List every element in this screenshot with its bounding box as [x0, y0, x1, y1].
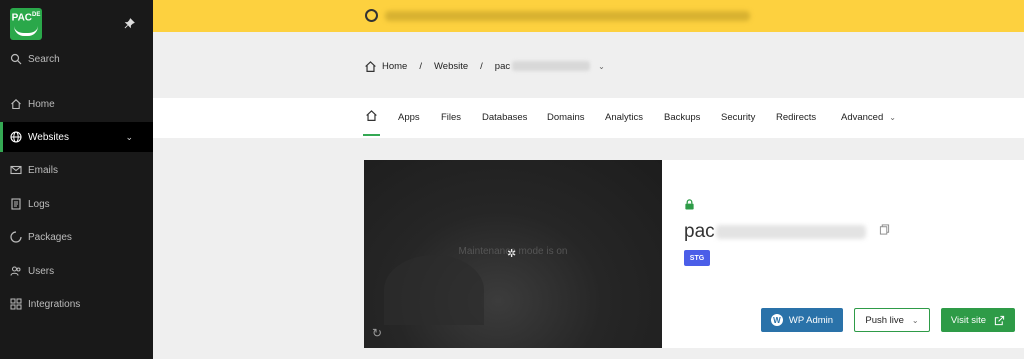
tab-domains[interactable]: Domains [547, 112, 585, 123]
notice-banner [153, 0, 1024, 32]
integrations-icon [10, 298, 22, 310]
logo[interactable]: PACDE [10, 8, 42, 40]
tab-files[interactable]: Files [441, 112, 461, 123]
sidebar-item-websites[interactable]: Websites ⌄ [0, 122, 153, 152]
wp-admin-button[interactable]: W WP Admin [761, 308, 843, 332]
tab-advanced-label: Advanced [841, 112, 884, 123]
site-preview[interactable]: Maintenance mode is on ✲ ↻ [364, 160, 662, 348]
sidebar-search[interactable]: Search [0, 44, 153, 74]
sidebar-item-home[interactable]: Home [0, 89, 153, 119]
breadcrumb: Home / Website / pac ⌄ [364, 58, 605, 74]
pin-icon[interactable] [124, 18, 135, 32]
mail-icon [10, 164, 22, 176]
sidebar-item-label: Emails [28, 164, 59, 176]
visit-site-label: Visit site [950, 314, 987, 326]
site-name-redacted [715, 225, 866, 239]
copy-icon[interactable] [879, 224, 890, 235]
sidebar-item-integrations[interactable]: Integrations [0, 289, 153, 319]
sidebar-item-label: Users [28, 265, 55, 277]
package-icon [10, 231, 22, 243]
sidebar-item-users[interactable]: Users [0, 256, 153, 286]
breadcrumb-separator: / [419, 60, 422, 72]
breadcrumb-website[interactable]: Website [434, 61, 468, 72]
tab-analytics[interactable]: Analytics [605, 112, 643, 123]
sidebar: PACDE Search Home Websites ⌄ Emails Logs [0, 0, 153, 359]
wordpress-icon: W [770, 314, 783, 326]
refresh-icon[interactable]: ↻ [372, 326, 382, 340]
logo-sup: DE [32, 12, 41, 18]
notice-text-redacted [385, 11, 750, 21]
site-name-prefix: pac [684, 221, 715, 242]
sidebar-item-label: Packages [28, 231, 72, 243]
sidebar-item-label: Logs [28, 198, 50, 210]
site-name: pac [684, 221, 866, 243]
sidebar-item-packages[interactable]: Packages [0, 222, 153, 252]
tab-home[interactable] [363, 109, 380, 136]
logs-icon [10, 198, 22, 210]
visit-site-button[interactable]: Visit site [941, 308, 1015, 332]
tab-redirects[interactable]: Redirects [776, 112, 816, 123]
tab-security[interactable]: Security [721, 112, 755, 123]
logo-smile [14, 26, 38, 36]
home-icon[interactable] [364, 60, 377, 73]
globe-icon [10, 131, 22, 143]
sidebar-search-label: Search [28, 53, 60, 65]
breadcrumb-separator: / [480, 60, 483, 72]
users-icon [10, 265, 22, 277]
tab-apps[interactable]: Apps [398, 112, 420, 123]
site-tabs: Apps Files Databases Domains Analytics B… [153, 98, 1024, 138]
tab-databases[interactable]: Databases [482, 112, 527, 123]
lock-icon [685, 199, 694, 210]
external-link-icon [994, 315, 1005, 325]
sidebar-item-emails[interactable]: Emails [0, 155, 153, 185]
breadcrumb-site-redacted [512, 61, 591, 71]
chevron-down-icon: ⌄ [889, 113, 896, 122]
sidebar-item-label: Websites [28, 131, 69, 143]
env-badge: STG [684, 250, 710, 266]
chevron-down-icon[interactable]: ⌄ [598, 62, 605, 71]
home-icon [366, 110, 377, 121]
notice-icon [365, 9, 378, 22]
sidebar-item-label: Home [28, 98, 55, 110]
site-card: Maintenance mode is on ✲ ↻ pac STG W WP … [364, 160, 1024, 348]
chevron-down-icon[interactable]: ⌄ [125, 132, 133, 143]
logo-text: PAC [11, 12, 33, 24]
breadcrumb-site[interactable]: pac [495, 61, 510, 72]
sidebar-item-logs[interactable]: Logs [0, 189, 153, 219]
home-icon [10, 98, 22, 110]
tab-backups[interactable]: Backups [664, 112, 700, 123]
sidebar-item-label: Integrations [28, 298, 81, 310]
push-live-button[interactable]: Push live ⌄ [854, 308, 930, 332]
gear-icon: ✲ [507, 248, 517, 260]
breadcrumb-home[interactable]: Home [382, 61, 407, 72]
search-icon [10, 53, 22, 65]
wp-admin-label: WP Admin [788, 314, 834, 326]
push-live-label: Push live [865, 314, 904, 326]
tab-advanced[interactable]: Advanced ⌄ [841, 112, 896, 123]
preview-background-shape [384, 255, 484, 325]
chevron-down-icon: ⌄ [911, 315, 919, 325]
